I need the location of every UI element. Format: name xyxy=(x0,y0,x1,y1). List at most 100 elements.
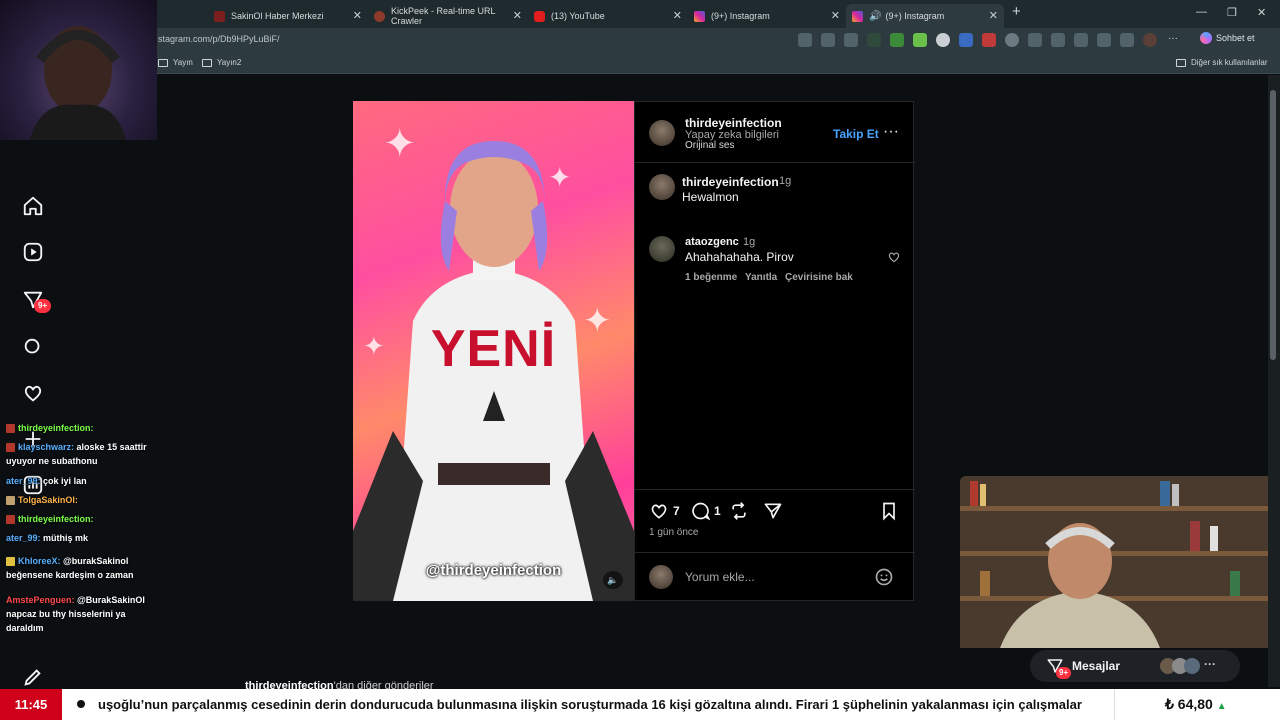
close-window-icon[interactable]: ✕ xyxy=(1257,6,1266,19)
split-screen-icon[interactable] xyxy=(1028,33,1042,47)
extension-icon[interactable] xyxy=(890,33,904,47)
divider xyxy=(635,162,915,163)
extension-icon[interactable] xyxy=(936,33,950,47)
close-icon[interactable]: ✕ xyxy=(353,9,362,22)
comment-input[interactable]: Yorum ekle... xyxy=(685,570,755,584)
comment-like-heart-icon[interactable] xyxy=(887,250,901,264)
repost-icon[interactable] xyxy=(729,501,749,521)
chat-text: napcaz bu thy hisselerini ya xyxy=(6,609,126,619)
speaker-icon[interactable]: 🔊 xyxy=(869,11,881,22)
close-icon[interactable]: ✕ xyxy=(673,9,682,22)
extension-icon[interactable] xyxy=(1120,33,1134,47)
new-tab-icon[interactable]: + xyxy=(1012,3,1021,20)
share-icon[interactable] xyxy=(763,501,783,521)
extension-icon[interactable] xyxy=(959,33,973,47)
avatar[interactable] xyxy=(649,120,675,146)
post-video[interactable]: ✦ ✦ ✦ ✦ YENİ @thirdeyeinfection 🔈 xyxy=(353,101,634,601)
post-details-panel: thirdeyeinfection Yapay zeka bilgileri O… xyxy=(634,101,915,601)
bookmark-label: Yayın xyxy=(173,58,193,67)
badge-icon xyxy=(6,515,15,525)
restore-icon[interactable]: ❐ xyxy=(1227,6,1237,19)
bookmark-yayin2[interactable]: Yayın2 xyxy=(202,58,241,67)
other-bookmarks[interactable]: Diğer sık kullanılanlar xyxy=(1176,58,1267,67)
chat-message: ater_99: müthiş mk xyxy=(6,533,88,543)
chat-text: aloske 15 saattir xyxy=(76,442,147,452)
close-icon[interactable]: ✕ xyxy=(513,9,522,22)
copilot-chat-button[interactable]: Sohbet et xyxy=(1200,32,1255,44)
chat-user: klayschwarz: xyxy=(18,442,75,452)
close-icon[interactable]: ✕ xyxy=(989,9,998,22)
favorites-icon[interactable] xyxy=(1074,33,1088,47)
emoji-icon[interactable] xyxy=(874,567,894,587)
scrollbar-thumb[interactable] xyxy=(1270,90,1276,360)
audio-label[interactable]: Orijinal ses xyxy=(685,140,734,151)
url-field[interactable]: stagram.com/p/Db9HPyLuBiF/ xyxy=(158,34,280,44)
reply-link[interactable]: Yanıtla xyxy=(745,272,777,283)
close-icon[interactable]: ✕ xyxy=(831,9,840,22)
site-favicon-icon xyxy=(374,10,385,22)
tab-instagram-active[interactable]: 🔊 (9+) Instagram ✕ xyxy=(846,4,1004,28)
badge-icon xyxy=(6,557,15,567)
messages-button[interactable]: Mesajlar 9+ ··· xyxy=(1030,650,1240,682)
tab-instagram-1[interactable]: (9+) Instagram ✕ xyxy=(688,4,846,28)
price-up-icon: ▲ xyxy=(1216,701,1227,712)
avatar[interactable] xyxy=(649,236,675,262)
favorite-star-icon[interactable] xyxy=(844,33,858,47)
like-heart-icon[interactable] xyxy=(649,501,669,521)
chat-user: thirdeyeinfection: xyxy=(18,514,94,524)
copilot-icon xyxy=(1200,32,1212,44)
translate-link[interactable]: Çevirisine bak xyxy=(785,272,853,283)
notifications-heart-icon[interactable] xyxy=(22,382,44,404)
tab-kickpeek[interactable]: KickPeek - Real-time URL Crawler ✕ xyxy=(368,4,528,28)
profile-avatar[interactable] xyxy=(1143,33,1157,47)
tab-sakinol[interactable]: SakinOl Haber Merkezi ✕ xyxy=(208,4,368,28)
more-menu-icon[interactable]: ··· xyxy=(1166,33,1180,47)
extension-icon[interactable] xyxy=(867,33,881,47)
chat-message: AmstePenguen: @BurakSakinOl xyxy=(6,595,145,605)
chat-text: çok iyi lan xyxy=(43,476,87,486)
chat-message: KhloreeX: @burakSakinol xyxy=(6,556,128,567)
chat-user: AmstePenguen: xyxy=(6,595,75,605)
youtube-icon xyxy=(534,10,545,22)
caption-age: 1g xyxy=(779,175,792,187)
chat-message: beğensene kardeşim o zaman xyxy=(6,570,134,580)
zoom-icon[interactable] xyxy=(821,33,835,47)
divider xyxy=(635,489,915,490)
ticker-price: ₺ 64,80 ▲ xyxy=(1114,689,1280,720)
tab-youtube[interactable]: (13) YouTube ✕ xyxy=(528,4,688,28)
avatar[interactable] xyxy=(649,174,675,200)
comment-icon[interactable] xyxy=(691,501,711,521)
chat-user: ater_99: xyxy=(6,476,41,486)
more-menu-icon[interactable] xyxy=(22,666,44,688)
options-icon[interactable]: ··· xyxy=(883,123,899,141)
caption-username[interactable]: thirdeyeinfection xyxy=(682,175,779,189)
extension-icon[interactable] xyxy=(1097,33,1111,47)
comment-likes[interactable]: 1 beğenme xyxy=(685,272,737,283)
extension-icon[interactable] xyxy=(913,33,927,47)
post-time-ago[interactable]: 1 gün önce xyxy=(649,527,699,538)
save-bookmark-icon[interactable] xyxy=(879,501,899,521)
comment-count[interactable]: 1 xyxy=(714,504,721,518)
tab-label: (9+) Instagram xyxy=(711,11,770,21)
chat-message: daraldım xyxy=(6,623,44,633)
home-icon[interactable] xyxy=(22,195,44,217)
shirt-text: YENİ xyxy=(430,320,557,378)
search-icon[interactable] xyxy=(22,336,44,358)
comment-age: 1g xyxy=(743,236,756,248)
extension-icon[interactable] xyxy=(1005,33,1019,47)
follow-button[interactable]: Takip Et xyxy=(833,127,879,141)
reels-icon[interactable] xyxy=(22,241,44,263)
avatar xyxy=(649,565,673,589)
bookmarks-bar: Yayın Yayın2 Diğer sık kullanılanlar xyxy=(0,52,1280,74)
comment-username[interactable]: ataozgenc xyxy=(685,236,739,248)
extension-icon[interactable] xyxy=(798,33,812,47)
chat-text: daraldım xyxy=(6,623,44,633)
extension-icon[interactable] xyxy=(1051,33,1065,47)
like-count[interactable]: 7 xyxy=(673,504,680,518)
post-author-username[interactable]: thirdeyeinfection xyxy=(685,116,782,130)
extension-icon[interactable] xyxy=(982,33,996,47)
browser-tabbar: SakinOl Haber Merkezi ✕ KickPeek - Real-… xyxy=(0,0,1280,28)
minimize-icon[interactable]: — xyxy=(1196,6,1207,18)
volume-icon[interactable]: 🔈 xyxy=(603,571,623,589)
bookmark-yayin[interactable]: Yayın xyxy=(158,58,193,67)
